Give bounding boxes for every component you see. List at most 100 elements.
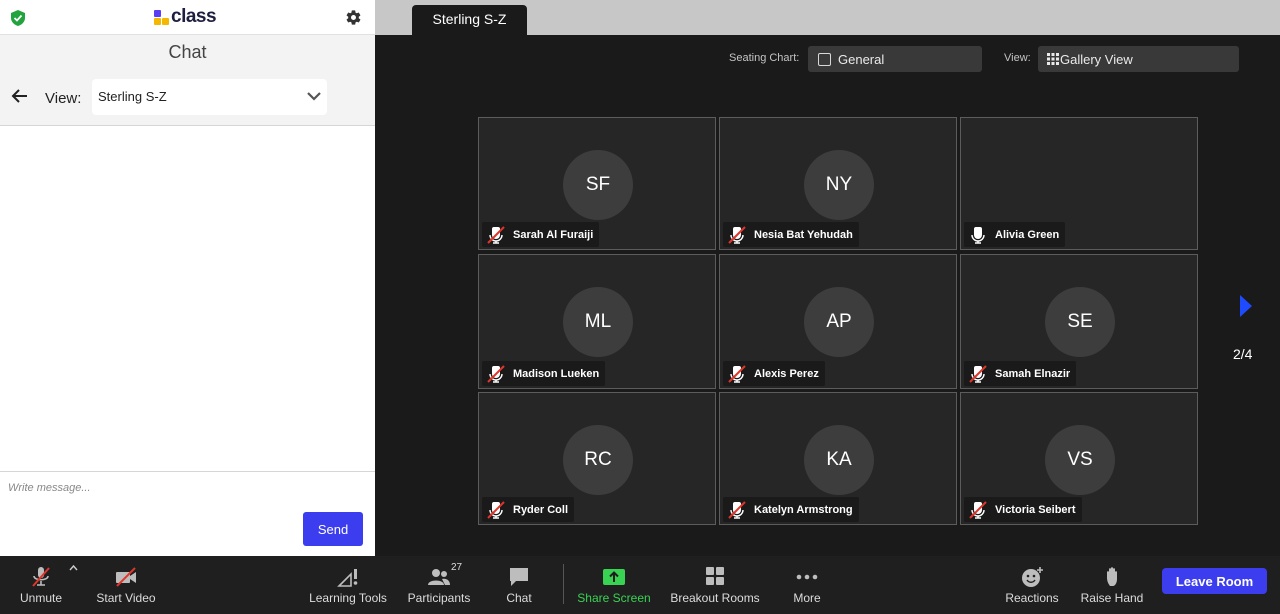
participant-name: Samah Elnazir [995,367,1071,380]
participant-nametag: Samah Elnazir [964,361,1077,386]
participant-avatar: KA [804,425,874,495]
raise-hand-icon [1107,567,1117,586]
muted-microphone-icon [487,364,505,383]
participant-avatar: AP [804,287,874,357]
chat-title: Chat [0,35,375,70]
gallery-grid-icon [1047,53,1059,65]
microphone-icon [971,226,985,244]
participant-name: Nesia Bat Yehudah [754,228,853,241]
participant-tile[interactable]: VS Victoria Seibert [960,392,1198,525]
chat-view-select[interactable]: Sterling S-Z [92,79,327,115]
view-mode-label: View: [1004,52,1031,64]
participant-nametag: Alexis Perez [723,361,825,386]
unmute-label: Unmute [19,591,63,605]
view-label: View: [45,90,82,107]
send-button[interactable]: Send [303,512,363,546]
muted-microphone-icon [728,225,746,244]
learning-tools-button[interactable]: Learning Tools [306,556,390,614]
participant-gallery: SF Sarah Al Furaiji NY Nesia Bat Yehudah Ali… [478,117,1198,526]
toolbar-divider [563,564,564,604]
breakout-rooms-label: Breakout Rooms [670,591,760,605]
participant-avatar: ML [563,287,633,357]
back-arrow-icon[interactable] [10,86,30,106]
participant-name: Katelyn Armstrong [754,503,853,516]
share-screen-icon [603,569,625,585]
page-indicator: 2/4 [1233,346,1253,362]
checkbox-icon [818,53,831,66]
participant-nametag: Victoria Seibert [964,497,1082,522]
start-video-button[interactable]: Start Video [92,556,160,614]
muted-microphone-icon [487,225,505,244]
meeting-area: Sterling S-Z Seating Chart: General View… [375,0,1280,556]
participant-avatar: RC [563,425,633,495]
shield-check-icon [11,10,25,26]
logo-text: class [171,6,217,27]
leave-room-button[interactable]: Leave Room [1162,568,1267,594]
muted-microphone-icon [32,567,50,587]
muted-microphone-icon [969,364,987,383]
participant-nametag: Nesia Bat Yehudah [723,222,859,247]
participant-name: Madison Lueken [513,367,600,380]
muted-microphone-icon [487,500,505,519]
participant-tile[interactable]: NY Nesia Bat Yehudah [719,117,957,250]
participant-nametag: Ryder Coll [482,497,575,522]
participants-icon [428,569,450,585]
meeting-toolbar: Unmute Start Video Learning Tools Partic… [0,556,1280,614]
reactions-label: Reactions [1005,591,1059,605]
seating-chart-label: Seating Chart: [729,52,800,64]
chat-messages-area [0,127,375,471]
next-page-arrow-icon[interactable] [1240,295,1252,317]
chat-view-value: Sterling S-Z [98,89,167,104]
chat-button[interactable]: Chat [496,556,542,614]
participant-tile[interactable]: SF Sarah Al Furaiji [478,117,716,250]
participant-avatar: SF [563,150,633,220]
caret-up-icon[interactable] [69,564,78,572]
participant-tile[interactable]: SE Samah Elnazir [960,254,1198,389]
muted-microphone-icon [728,500,746,519]
class-logo: class [154,6,217,28]
class-logo-mark [154,9,169,25]
seating-chart-select[interactable]: General [808,46,982,72]
breakout-rooms-button[interactable]: Breakout Rooms [668,556,762,614]
view-mode-select[interactable]: Gallery View [1038,46,1239,72]
raise-hand-button[interactable]: Raise Hand [1078,556,1146,614]
chat-sidebar: class Chat View: Sterling S-Z Send [0,0,375,556]
participant-tile[interactable]: AP Alexis Perez [719,254,957,389]
sidebar-topbar: class [0,0,375,35]
unmute-button[interactable]: Unmute [12,556,70,614]
breakout-rooms-icon [706,567,724,585]
participant-nametag: Sarah Al Furaiji [482,222,600,247]
ellipsis-icon [796,574,818,580]
participant-avatar: VS [1045,425,1115,495]
chevron-down-icon [307,92,321,101]
reactions-button[interactable]: Reactions [1002,556,1062,614]
participant-nametag: Alivia Green [964,222,1066,247]
participant-tile[interactable]: Alivia Green [960,117,1198,250]
participant-name: Victoria Seibert [995,503,1076,516]
participant-nametag: Madison Lueken [482,361,606,386]
video-off-icon [116,567,136,587]
message-input[interactable] [8,482,358,494]
participant-nametag: Katelyn Armstrong [723,497,859,522]
participant-avatar: SE [1045,287,1115,357]
muted-microphone-icon [728,364,746,383]
app-window: class Chat View: Sterling S-Z Send [0,0,1280,614]
participant-tile[interactable]: KA Katelyn Armstrong [719,392,957,525]
room-tabbar: Sterling S-Z [375,0,1280,35]
gear-icon[interactable] [345,9,362,26]
participant-tile[interactable]: ML Madison Lueken [478,254,716,389]
muted-microphone-icon [969,500,987,519]
tab-sterling-s-z[interactable]: Sterling S-Z [412,5,527,35]
participant-name: Alexis Perez [754,367,819,380]
participant-name: Sarah Al Furaiji [513,228,594,241]
participants-button[interactable]: Participants [404,556,474,614]
raise-hand-label: Raise Hand [1080,591,1144,605]
share-screen-button[interactable]: Share Screen [576,556,652,614]
participant-tile[interactable]: RC Ryder Coll [478,392,716,525]
share-screen-label: Share Screen [577,591,651,605]
learning-tools-icon [337,569,358,587]
more-button[interactable]: More [786,556,828,614]
participants-label: Participants [407,591,471,605]
seating-chart-value: General [838,52,885,67]
chat-compose: Send [0,471,375,556]
